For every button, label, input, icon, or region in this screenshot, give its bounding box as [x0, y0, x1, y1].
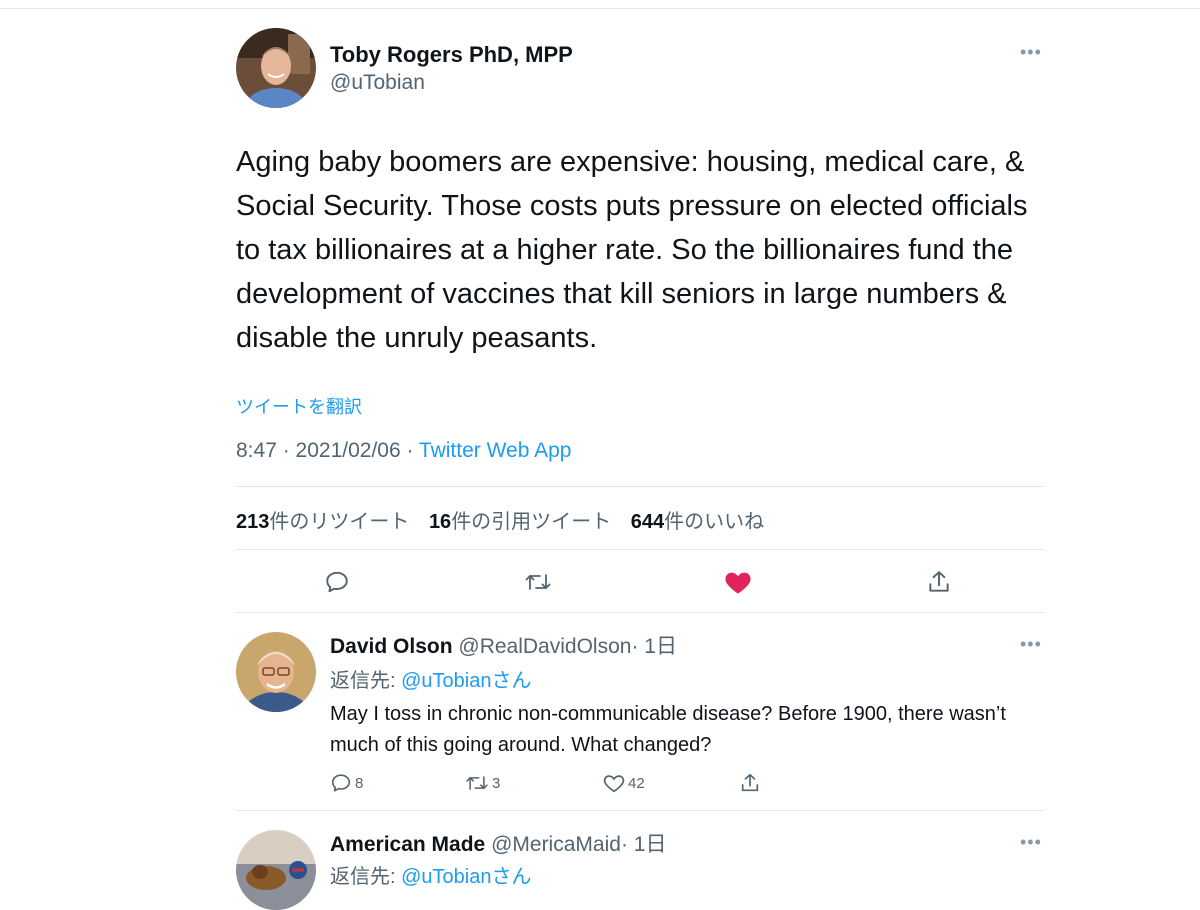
reply-author-name[interactable]: David Olson	[330, 635, 453, 658]
divider	[236, 549, 1044, 550]
reply-to-line: 返信先: @uTobianさん	[330, 866, 532, 888]
reply-button[interactable]: 8	[330, 772, 363, 794]
reply-author-handle[interactable]: @RealDavidOlson	[458, 635, 631, 658]
retweet-count-link[interactable]: 213件のリツイート	[236, 511, 409, 533]
reply-tweet[interactable]: David Olson @RealDavidOlson· 1日 ••• 返信先:…	[236, 612, 1044, 810]
retweet-button[interactable]: 3	[465, 772, 500, 794]
retweet-icon[interactable]	[522, 566, 554, 598]
tweet-text: Aging baby boomers are expensive: housin…	[236, 146, 1028, 354]
reply-text: May I toss in chronic non-communicable d…	[330, 703, 1006, 756]
top-divider	[0, 8, 1200, 9]
divider	[236, 486, 1044, 487]
tweet-timestamp[interactable]: 8:47 · 2021/02/06 ·	[236, 439, 419, 462]
reply-author-line: American Made @MericaMaid· 1日	[330, 828, 666, 858]
translate-tweet-link[interactable]: ツイートを翻訳	[236, 393, 362, 419]
share-button[interactable]	[739, 772, 764, 794]
reply-to-handle[interactable]: @uTobianさん	[401, 670, 531, 692]
reply-tweet[interactable]: American Made @MericaMaid· 1日 ••• 返信先: @…	[236, 810, 1044, 910]
like-count-link[interactable]: 644件のいいね	[631, 511, 764, 533]
reply-author-avatar[interactable]	[236, 830, 316, 910]
quote-count-link[interactable]: 16件の引用ツイート	[429, 511, 611, 533]
reply-to-line: 返信先: @uTobianさん	[330, 670, 532, 692]
reply-to-handle[interactable]: @uTobianさん	[401, 866, 531, 888]
more-icon[interactable]: •••	[1020, 42, 1042, 63]
author-name[interactable]: Toby Rogers PhD, MPP	[330, 42, 573, 68]
more-icon[interactable]: •••	[1020, 832, 1042, 853]
reply-icon[interactable]	[321, 566, 353, 598]
like-button[interactable]: 42	[603, 772, 645, 794]
tweet-source-link[interactable]: Twitter Web App	[419, 439, 572, 462]
author-handle[interactable]: @uTobian	[330, 71, 425, 95]
reply-author-line: David Olson @RealDavidOlson· 1日	[330, 630, 677, 660]
share-icon[interactable]	[923, 566, 955, 598]
heart-filled-icon[interactable]	[722, 566, 754, 598]
retweet-count: 3	[492, 774, 501, 792]
reply-author-handle[interactable]: @MericaMaid	[491, 833, 621, 856]
tweet-stats: 213件のリツイート 16件の引用ツイート 644件のいいね	[236, 505, 778, 534]
reply-author-name[interactable]: American Made	[330, 833, 485, 856]
reply-count: 8	[355, 774, 364, 792]
tweet-meta: 8:47 · 2021/02/06 · Twitter Web App	[236, 439, 571, 463]
author-avatar[interactable]	[236, 28, 316, 108]
reply-time[interactable]: · 1日	[631, 635, 677, 658]
more-icon[interactable]: •••	[1020, 634, 1042, 655]
reply-time[interactable]: · 1日	[621, 833, 667, 856]
like-count: 42	[628, 774, 645, 792]
reply-author-avatar[interactable]	[236, 632, 316, 712]
